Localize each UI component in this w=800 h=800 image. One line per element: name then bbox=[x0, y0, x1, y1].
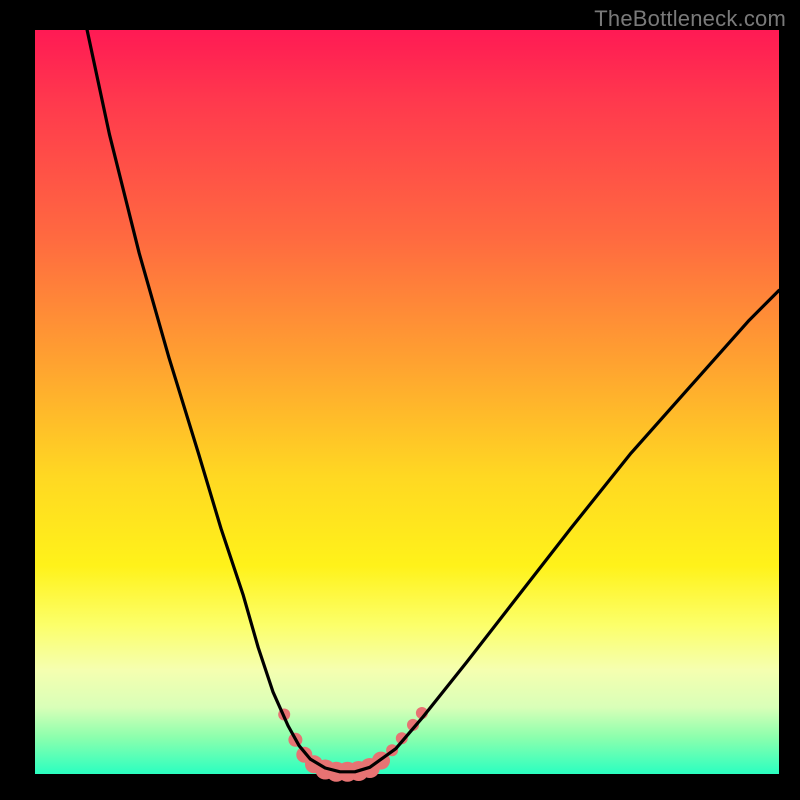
curve-layer bbox=[35, 30, 779, 774]
watermark-text: TheBottleneck.com bbox=[594, 6, 786, 32]
bottleneck-curve bbox=[87, 30, 779, 772]
chart-frame: TheBottleneck.com bbox=[0, 0, 800, 800]
plot-area bbox=[35, 30, 779, 774]
